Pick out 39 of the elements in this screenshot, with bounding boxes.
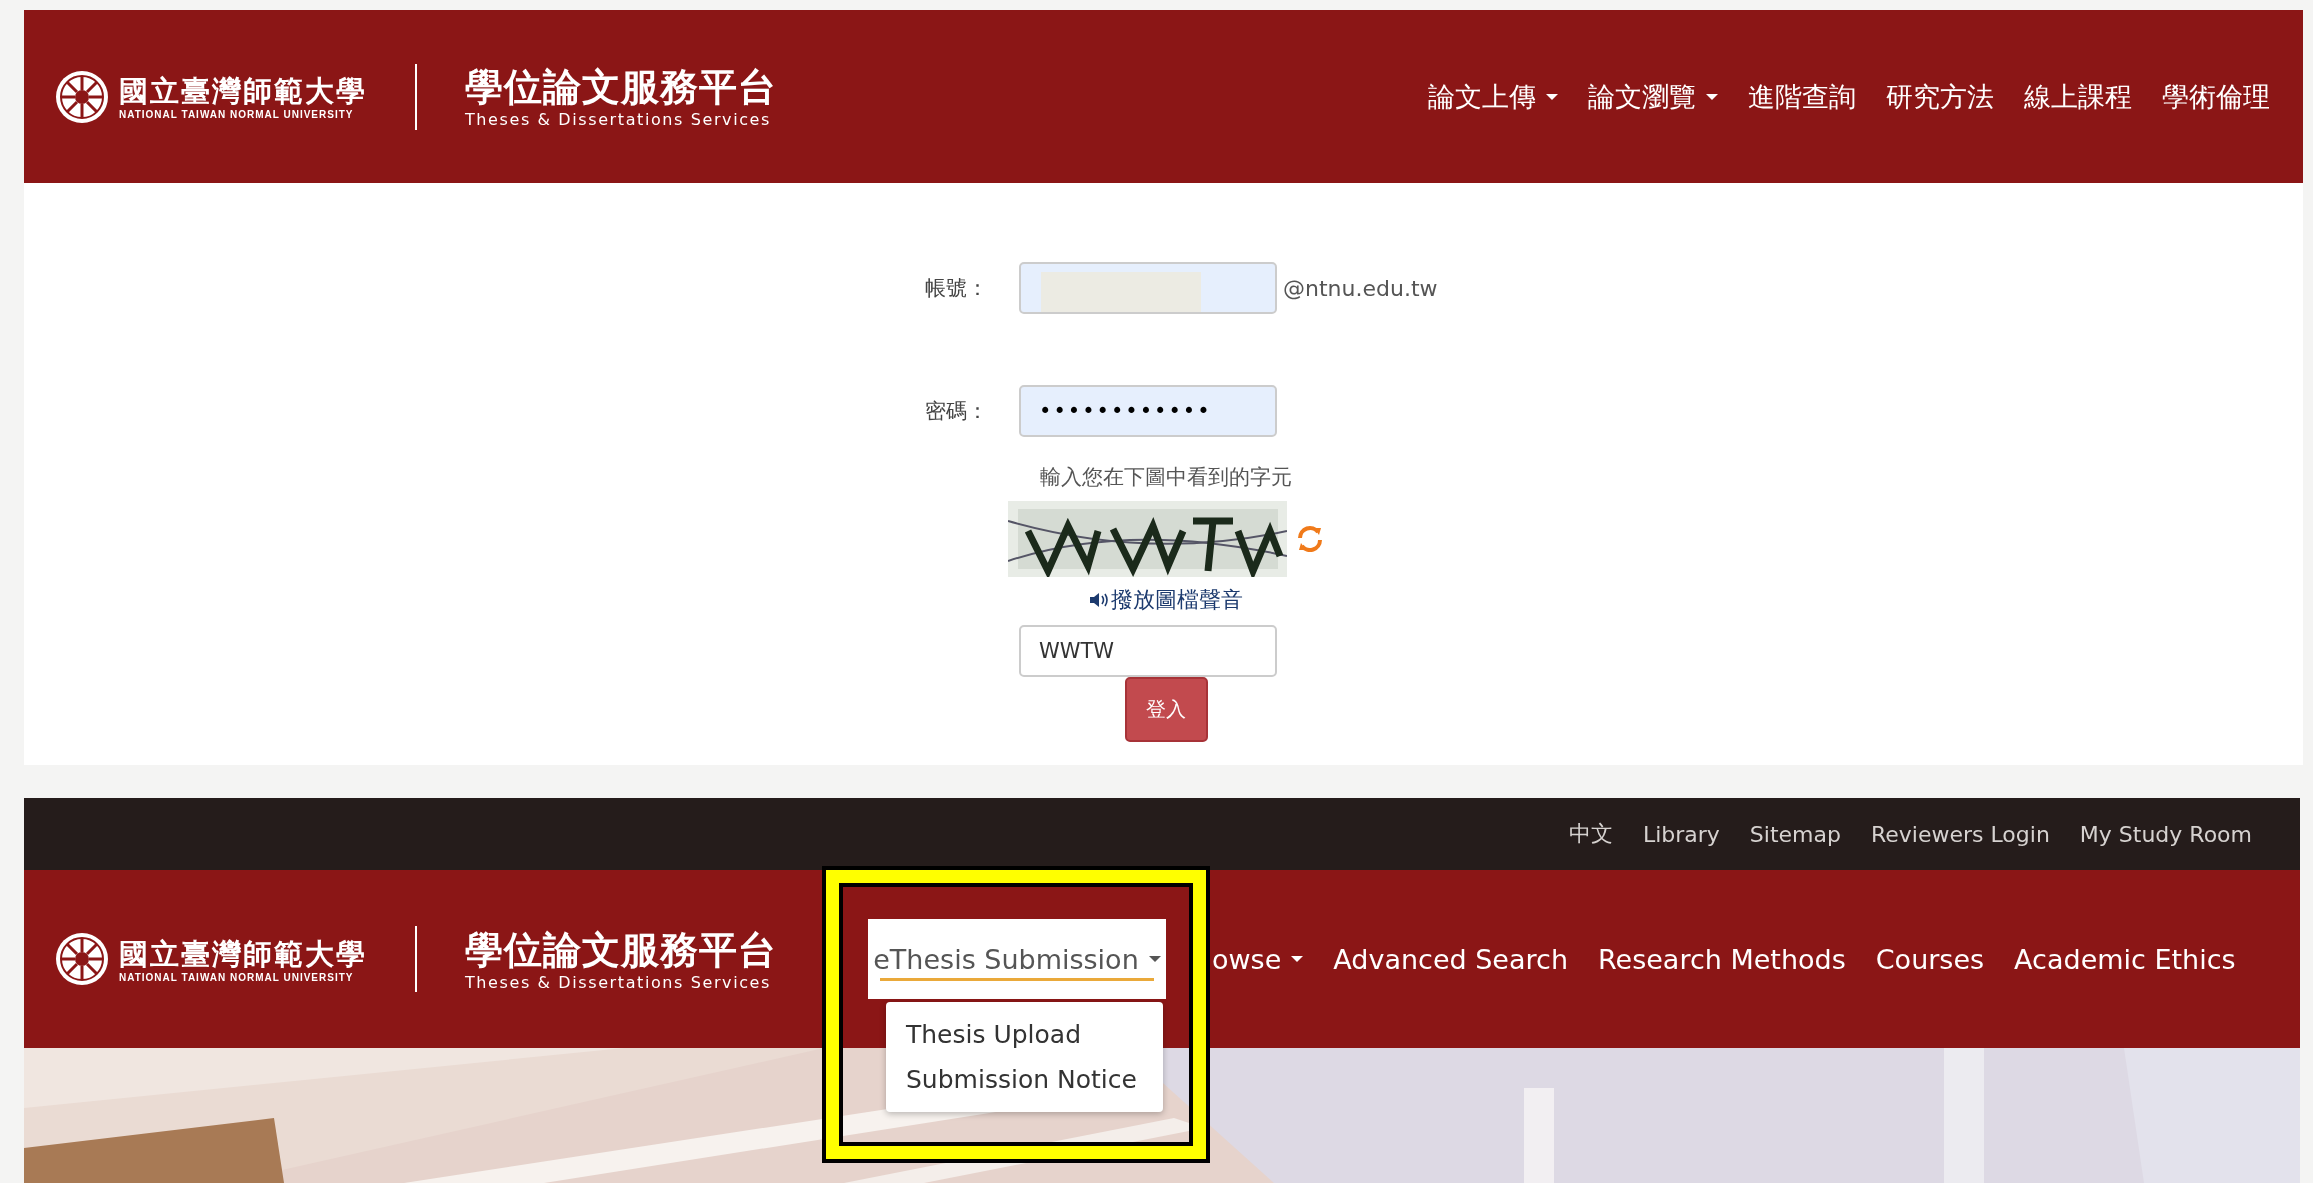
nav-link[interactable]: 學術倫理 [2162, 78, 2270, 115]
nav-link[interactable]: 進階查詢 [1748, 78, 1856, 115]
utility-link[interactable]: Reviewers Login [1870, 821, 2050, 847]
account-label: 帳號： [925, 275, 989, 302]
utility-link[interactable]: 中文 [1568, 819, 1613, 849]
speaker-icon [1089, 592, 1109, 608]
emblem-icon [55, 932, 109, 986]
password-field[interactable]: •••••••••••• [1019, 385, 1277, 437]
menu-item[interactable]: Thesis Upload [886, 1012, 1163, 1057]
menu-item[interactable]: Submission Notice [886, 1057, 1163, 1102]
email-domain: @ntnu.edu.tw [1283, 275, 1438, 301]
nav-link[interactable]: Courses [1875, 919, 1985, 999]
nav-link[interactable]: 論文瀏覽 [1588, 78, 1718, 115]
nav-link[interactable]: eThesis Submission [868, 919, 1166, 999]
nav-link[interactable]: 研究方法 [1886, 78, 1994, 115]
nav-link[interactable]: owse [1212, 919, 1304, 999]
login-button[interactable]: 登入 [1124, 677, 1208, 742]
site-title: 學位論文服務平台 [465, 64, 777, 110]
nav-link[interactable]: Advanced Search [1333, 919, 1568, 999]
university-english-name: NATIONAL TAIWAN NORMAL UNIVERSITY [119, 109, 355, 120]
audio-link[interactable]: 撥放圖檔聲音 [1089, 585, 1243, 615]
account-field[interactable] [1019, 262, 1277, 314]
utility-link[interactable]: Sitemap [1749, 821, 1841, 847]
site-subtitle: Theses & Dissertations Services [465, 972, 772, 992]
captcha-prompt: 輸入您在下圖中看到的字元 [1040, 464, 1292, 491]
utility-link[interactable]: My Study Room [2079, 821, 2252, 847]
nav-link[interactable]: Research Methods [1598, 919, 1846, 999]
university-english-name: NATIONAL TAIWAN NORMAL UNIVERSITY [119, 971, 355, 983]
nav-link[interactable]: Academic Ethics [2014, 919, 2236, 999]
emblem-icon [55, 69, 109, 124]
nav-link[interactable]: 線上課程 [2024, 78, 2132, 115]
site-subtitle: Theses & Dissertations Services [465, 110, 772, 129]
site-title: 學位論文服務平台 [465, 926, 777, 973]
password-label: 密碼： [925, 398, 989, 425]
nav-link[interactable]: 論文上傳 [1428, 78, 1558, 115]
university-name: 國立臺灣師範大學 [119, 73, 368, 109]
utility-link[interactable]: Library [1642, 821, 1720, 847]
university-name: 國立臺灣師範大學 [119, 935, 368, 972]
captcha-field[interactable]: WWTW [1019, 625, 1277, 677]
